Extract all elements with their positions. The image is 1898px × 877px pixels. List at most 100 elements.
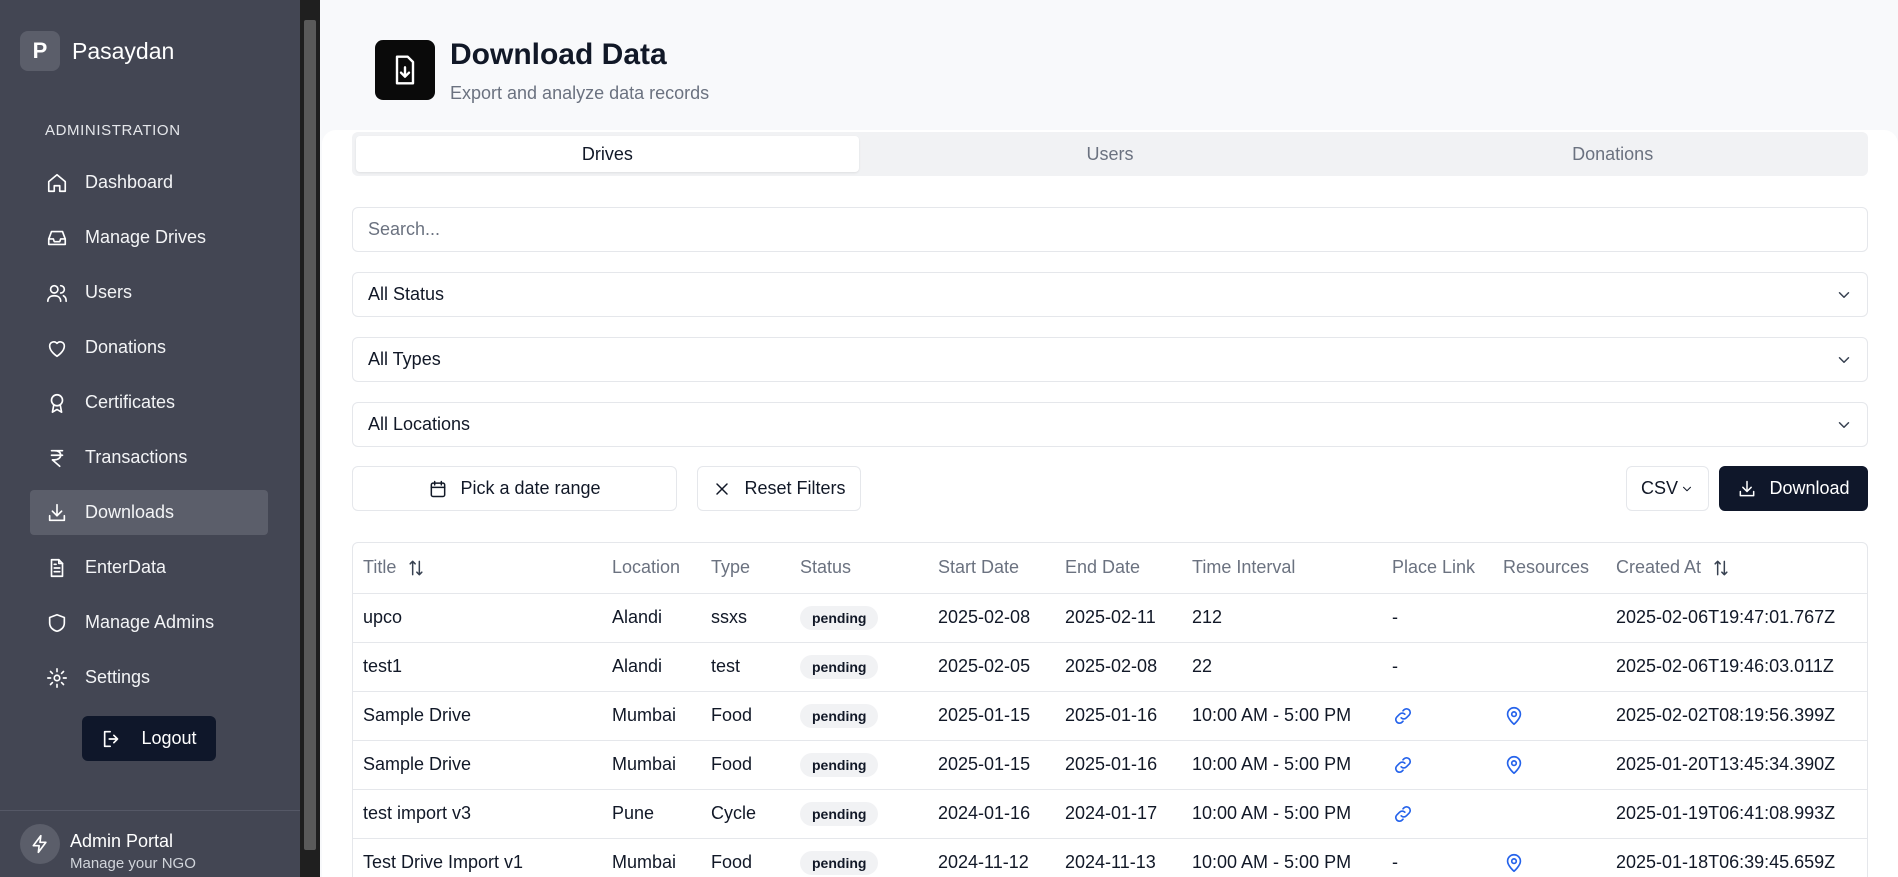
sort-icon[interactable] — [1711, 558, 1731, 578]
title-cell: Sample Drive — [353, 691, 602, 741]
chevron-down-icon — [1838, 357, 1850, 363]
time-interval-cell: 10:00 AM - 5:00 PM — [1182, 740, 1382, 790]
table-row[interactable]: upco Alandi ssxs pending 2025-02-08 2025-02-1… — [353, 593, 1867, 643]
start-date-cell: 2025-02-08 — [928, 593, 1055, 643]
reset-filters-label: Reset Filters — [744, 478, 846, 498]
sidebar-item-label: Manage Admins — [85, 612, 215, 632]
sidebar-item-label: Manage Drives — [85, 227, 207, 247]
map-pin-icon[interactable] — [1503, 753, 1525, 774]
table-row[interactable]: Sample Drive Mumbai Food pending 2025-01-15 2… — [353, 691, 1867, 741]
table-row[interactable]: Test Drive Import v1 Mumbai Food pending 202… — [353, 838, 1867, 877]
sidebar-item-dashboard[interactable]: Dashboard — [30, 160, 268, 205]
place-link-cell: - — [1382, 838, 1493, 877]
sidebar-nav: Dashboard Manage Drives Users Donations … — [30, 160, 268, 710]
resources-cell — [1493, 838, 1606, 877]
type-select-value: All Types — [368, 349, 441, 369]
portal-subtitle: Manage your NGO — [70, 855, 196, 872]
start-date-cell: 2024-11-12 — [928, 838, 1055, 877]
sort-icon[interactable] — [406, 558, 426, 578]
portal-title: Admin Portal — [70, 831, 174, 851]
link-icon[interactable] — [1392, 802, 1414, 822]
status-badge: pending — [800, 605, 879, 630]
location-cell: Mumbai — [602, 740, 701, 790]
download-button[interactable]: Download — [1719, 466, 1868, 511]
download-label: Download — [1769, 478, 1850, 498]
date-range-button[interactable]: Pick a date range — [352, 466, 677, 511]
sidebar-item-users[interactable]: Users — [30, 270, 268, 315]
column-end-date: End Date — [1055, 543, 1182, 594]
type-cell: Food — [701, 691, 790, 741]
download-card: Drives Users Donations Search... All Sta… — [322, 130, 1898, 877]
location-cell: Mumbai — [602, 838, 701, 877]
table-row[interactable]: test1 Alandi test pending 2025-02-05 2025-02-… — [353, 642, 1867, 692]
brand[interactable]: P Pasaydan — [20, 31, 174, 71]
table-body: upco Alandi ssxs pending 2025-02-08 2025-02-1… — [353, 593, 1867, 877]
created-at-cell: 2025-02-02T08:19:56.399Z — [1606, 691, 1867, 741]
location-cell: Pune — [602, 789, 701, 839]
search-input[interactable]: Search... — [352, 207, 1868, 252]
reset-filters-button[interactable]: Reset Filters — [697, 466, 861, 511]
file-download-icon — [375, 40, 435, 100]
end-date-cell: 2025-01-16 — [1055, 691, 1182, 741]
type-cell: ssxs — [701, 593, 790, 643]
column-start-date: Start Date — [928, 543, 1055, 594]
resources-cell — [1493, 593, 1606, 643]
type-select[interactable]: All Types — [352, 337, 1868, 382]
sidebar-scrollbar[interactable] — [300, 0, 320, 877]
status-select[interactable]: All Status — [352, 272, 1868, 317]
title-cell: Sample Drive — [353, 740, 602, 790]
type-cell: Food — [701, 740, 790, 790]
location-select[interactable]: All Locations — [352, 402, 1868, 447]
sidebar: P Pasaydan ADMINISTRATION Dashboard Mana… — [0, 0, 300, 877]
sidebar-item-settings[interactable]: Settings — [30, 655, 268, 700]
column-created-at[interactable]: Created At — [1606, 543, 1867, 594]
created-at-cell: 2025-02-06T19:46:03.011Z — [1606, 642, 1867, 692]
map-pin-icon[interactable] — [1503, 851, 1525, 872]
link-icon[interactable] — [1392, 704, 1414, 724]
map-pin-icon[interactable] — [1503, 704, 1525, 725]
column-type: Type — [701, 543, 790, 594]
sidebar-item-downloads[interactable]: Downloads — [30, 490, 268, 535]
end-date-cell: 2025-02-11 — [1055, 593, 1182, 643]
sidebar-item-label: Transactions — [85, 447, 188, 467]
sidebar-item-transactions[interactable]: Transactions — [30, 435, 268, 480]
end-date-cell: 2024-01-17 — [1055, 789, 1182, 839]
date-range-label: Pick a date range — [460, 478, 601, 498]
table-row[interactable]: test import v3 Pune Cycle pending 2024-01-16… — [353, 789, 1867, 839]
tab-donations[interactable]: Donations — [1361, 136, 1864, 172]
chevron-down-icon — [1838, 422, 1850, 428]
column-title[interactable]: Title — [353, 543, 602, 594]
location-select-value: All Locations — [368, 414, 471, 434]
type-cell: test — [701, 642, 790, 692]
time-interval-cell: 10:00 AM - 5:00 PM — [1182, 789, 1382, 839]
start-date-cell: 2025-01-15 — [928, 691, 1055, 741]
time-interval-cell: 22 — [1182, 642, 1382, 692]
title-cell: test import v3 — [353, 789, 602, 839]
sidebar-item-donations[interactable]: Donations — [30, 325, 268, 370]
resources-cell — [1493, 642, 1606, 692]
start-date-cell: 2025-01-15 — [928, 740, 1055, 790]
sidebar-item-label: Dashboard — [85, 172, 174, 192]
status-badge: pending — [800, 850, 879, 875]
tab-drives[interactable]: Drives — [356, 136, 859, 172]
format-value: CSV — [1640, 478, 1678, 498]
logout-label: Logout — [141, 728, 197, 748]
sidebar-item-manage-admins[interactable]: Manage Admins — [30, 600, 268, 645]
shield-icon — [45, 611, 69, 635]
column-status: Status — [790, 543, 928, 594]
logout-button[interactable]: Logout — [82, 716, 216, 761]
sidebar-item-manage-drives[interactable]: Manage Drives — [30, 215, 268, 260]
scrollbar-thumb[interactable] — [304, 20, 316, 850]
status-badge: pending — [800, 752, 879, 777]
tab-users[interactable]: Users — [859, 136, 1362, 172]
time-interval-cell: 10:00 AM - 5:00 PM — [1182, 691, 1382, 741]
link-icon[interactable] — [1392, 753, 1414, 773]
table-row[interactable]: Sample Drive Mumbai Food pending 2025-01-15 2… — [353, 740, 1867, 790]
tab-list: Drives Users Donations — [352, 132, 1868, 176]
drives-table: Title Location Type Status Start Date En… — [352, 542, 1868, 877]
status-badge: pending — [800, 801, 879, 826]
format-select[interactable]: CSV — [1626, 466, 1709, 511]
sidebar-item-certificates[interactable]: Certificates — [30, 380, 268, 425]
sidebar-item-enterdata[interactable]: EnterData — [30, 545, 268, 590]
page-title: Download Data — [450, 38, 667, 71]
